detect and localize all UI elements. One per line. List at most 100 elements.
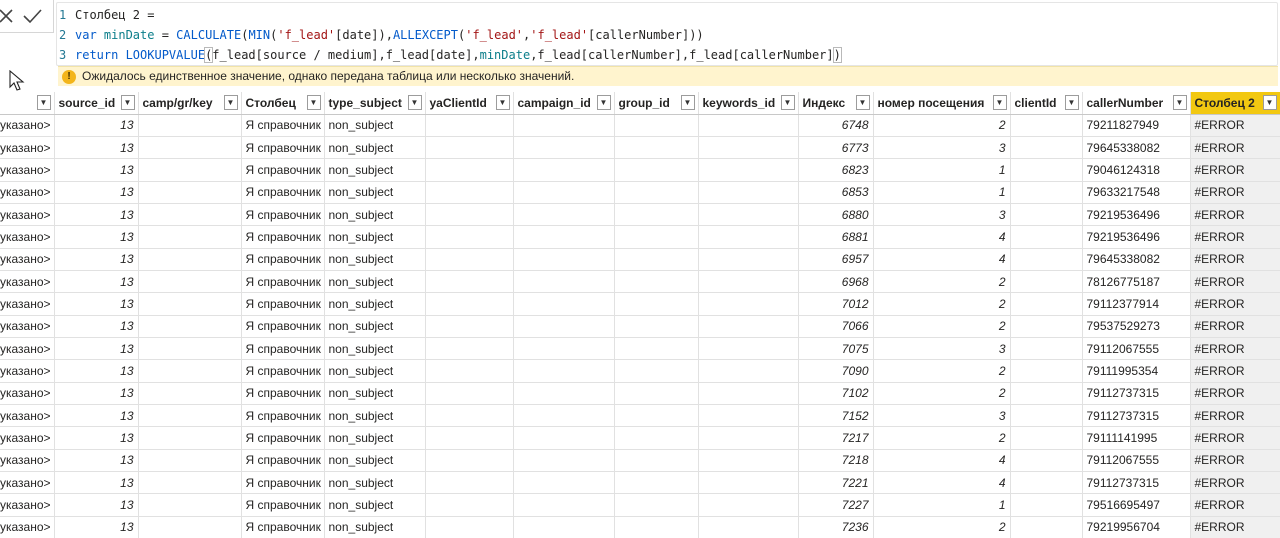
table-cell[interactable]: #ERROR (1190, 248, 1280, 271)
column-filter-dropdown-icon[interactable]: ▼ (407, 95, 422, 110)
table-cell[interactable]: указано> (0, 203, 55, 227)
column-header[interactable]: yaClientId ▼ (425, 92, 514, 115)
table-cell[interactable] (513, 426, 615, 450)
table-cell[interactable] (425, 359, 514, 383)
table-cell[interactable] (614, 315, 699, 338)
table-cell[interactable]: 7152 (798, 404, 874, 428)
table-cell[interactable]: 4 (873, 225, 1011, 249)
table-cell[interactable]: 3 (873, 136, 1011, 160)
table-cell[interactable] (513, 270, 615, 294)
column-header[interactable]: Столбец ▼ (241, 92, 325, 115)
table-cell[interactable]: 7217 (798, 426, 874, 450)
table-cell[interactable]: 13 (54, 471, 139, 495)
table-cell[interactable]: 13 (54, 181, 139, 204)
table-cell[interactable] (425, 225, 514, 249)
table-cell[interactable] (425, 404, 514, 428)
table-cell[interactable] (1010, 382, 1083, 405)
column-header[interactable]: camp/gr/key ▼ (138, 92, 242, 115)
column-header[interactable]: type_subject ▼ (324, 92, 426, 115)
table-cell[interactable]: #ERROR (1190, 136, 1280, 160)
table-cell[interactable]: 13 (54, 493, 139, 517)
table-cell[interactable] (614, 382, 699, 405)
table-cell[interactable]: 2 (873, 382, 1011, 405)
table-cell[interactable]: #ERROR (1190, 181, 1280, 204)
table-cell[interactable]: non_subject (324, 181, 426, 204)
table-cell[interactable] (614, 359, 699, 383)
table-cell[interactable]: non_subject (324, 315, 426, 338)
table-cell[interactable]: 79219536496 (1082, 203, 1191, 227)
table-cell[interactable]: non_subject (324, 493, 426, 517)
table-cell[interactable]: 1 (873, 181, 1011, 204)
table-cell[interactable] (614, 136, 699, 160)
table-cell[interactable]: 3 (873, 203, 1011, 227)
table-cell[interactable] (698, 136, 799, 160)
checkmark-icon[interactable] (20, 4, 44, 28)
table-cell[interactable]: #ERROR (1190, 203, 1280, 227)
table-cell[interactable] (698, 270, 799, 294)
table-cell[interactable] (1010, 270, 1083, 294)
table-cell[interactable] (513, 516, 615, 538)
table-cell[interactable] (138, 404, 242, 428)
column-filter-dropdown-icon[interactable]: ▼ (306, 95, 321, 110)
table-cell[interactable] (138, 493, 242, 517)
table-cell[interactable] (614, 248, 699, 271)
table-cell[interactable] (614, 471, 699, 495)
table-cell[interactable] (698, 181, 799, 204)
table-cell[interactable] (138, 136, 242, 160)
table-cell[interactable]: 2 (873, 426, 1011, 450)
table-cell[interactable]: 79112377914 (1082, 292, 1191, 316)
table-cell[interactable]: non_subject (324, 516, 426, 538)
column-filter-dropdown-icon[interactable]: ▼ (992, 95, 1007, 110)
column-filter-dropdown-icon[interactable]: ▼ (680, 95, 695, 110)
table-cell[interactable] (513, 114, 615, 137)
table-cell[interactable]: 3 (873, 337, 1011, 361)
table-cell[interactable] (138, 382, 242, 405)
table-cell[interactable] (614, 337, 699, 361)
table-cell[interactable]: 13 (54, 270, 139, 294)
table-cell[interactable] (1010, 292, 1083, 316)
table-cell[interactable]: указано> (0, 292, 55, 316)
table-cell[interactable]: указано> (0, 426, 55, 450)
table-cell[interactable]: #ERROR (1190, 158, 1280, 182)
table-cell[interactable] (1010, 315, 1083, 338)
table-cell[interactable]: #ERROR (1190, 426, 1280, 450)
table-cell[interactable] (425, 382, 514, 405)
column-header[interactable]: campaign_id ▼ (513, 92, 615, 115)
cancel-icon[interactable] (0, 4, 18, 28)
table-cell[interactable]: указано> (0, 136, 55, 160)
table-cell[interactable]: 6957 (798, 248, 874, 271)
table-cell[interactable]: 7236 (798, 516, 874, 538)
table-cell[interactable]: #ERROR (1190, 516, 1280, 538)
table-cell[interactable] (513, 337, 615, 361)
table-cell[interactable]: 13 (54, 516, 139, 538)
table-cell[interactable] (1010, 225, 1083, 249)
table-cell[interactable]: 13 (54, 292, 139, 316)
table-cell[interactable]: 13 (54, 449, 139, 473)
table-cell[interactable] (138, 181, 242, 204)
table-cell[interactable]: 7227 (798, 493, 874, 517)
table-cell[interactable] (138, 449, 242, 473)
table-cell[interactable] (138, 426, 242, 450)
table-cell[interactable]: 7066 (798, 315, 874, 338)
table-cell[interactable]: 79219956704 (1082, 516, 1191, 538)
table-cell[interactable]: указано> (0, 225, 55, 249)
table-cell[interactable] (1010, 449, 1083, 473)
table-cell[interactable]: non_subject (324, 248, 426, 271)
table-cell[interactable] (698, 225, 799, 249)
table-cell[interactable]: 79112737315 (1082, 471, 1191, 495)
table-cell[interactable]: указано> (0, 516, 55, 538)
table-cell[interactable]: Я справочник (241, 382, 325, 405)
column-filter-dropdown-icon[interactable]: ▼ (36, 95, 51, 110)
table-cell[interactable] (698, 516, 799, 538)
table-cell[interactable] (698, 158, 799, 182)
table-cell[interactable]: указано> (0, 382, 55, 405)
table-cell[interactable]: non_subject (324, 225, 426, 249)
table-cell[interactable] (425, 449, 514, 473)
table-cell[interactable] (138, 203, 242, 227)
table-cell[interactable]: 6853 (798, 181, 874, 204)
table-cell[interactable] (425, 181, 514, 204)
table-cell[interactable]: Я справочник (241, 404, 325, 428)
table-cell[interactable] (513, 359, 615, 383)
table-cell[interactable] (1010, 516, 1083, 538)
table-cell[interactable] (614, 158, 699, 182)
